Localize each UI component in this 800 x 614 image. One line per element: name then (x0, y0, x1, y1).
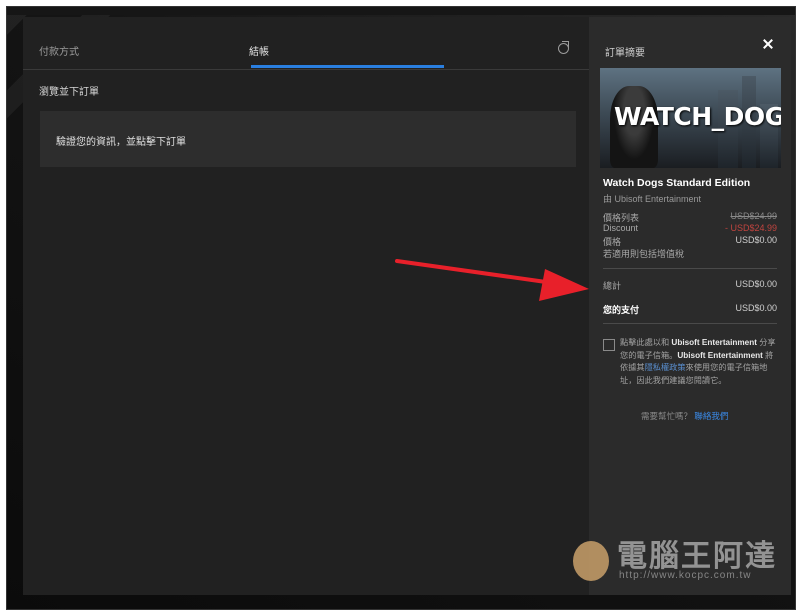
mascot-icon (573, 541, 609, 581)
site-watermark: 電腦王阿達 http://www.kocpc.com.tw (567, 527, 792, 587)
watermark-text: 電腦王阿達 (617, 540, 777, 573)
app-window: 付款方式 結帳 瀏覽並下訂單 驗證您的資訊，並點擊下訂單 訂單摘要 WATCH_… (6, 6, 796, 610)
red-arrow-annotation (395, 259, 589, 301)
watermark-url: http://www.kocpc.com.tw (619, 570, 752, 581)
